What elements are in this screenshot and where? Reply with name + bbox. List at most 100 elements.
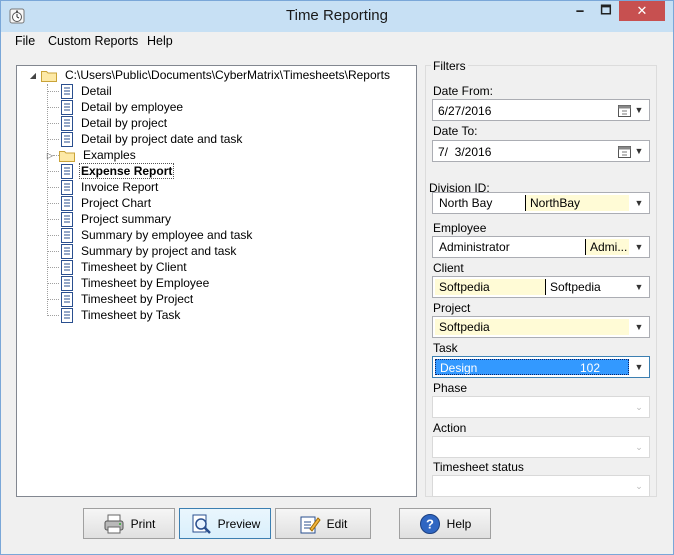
- report-document-icon: [61, 163, 73, 179]
- report-document-icon: [61, 195, 73, 211]
- close-button[interactable]: ✕: [619, 1, 665, 21]
- task-id: 102: [580, 361, 601, 375]
- report-document-icon: [61, 227, 73, 243]
- tree-connector: [47, 283, 59, 284]
- tree-item-label: Examples: [83, 148, 136, 162]
- tree-item-label: Summary by project and task: [81, 244, 237, 258]
- tree-item-detail-by-employee[interactable]: Detail by employee: [61, 99, 185, 115]
- tree-item-label: Project summary: [81, 212, 172, 226]
- tree-connector: [47, 107, 59, 108]
- client-combobox[interactable]: Softpedia Softpedia ▼: [432, 276, 650, 298]
- tree-item-label: Invoice Report: [81, 180, 159, 194]
- tree-connector: [47, 315, 59, 316]
- tree-item-label: Expense Report: [79, 163, 175, 179]
- tree-root-label: C:\Users\Public\Documents\CyberMatrix\Ti…: [65, 68, 390, 82]
- phase-combobox[interactable]: ⌄: [432, 396, 650, 418]
- tree-item-summary-by-project-task[interactable]: Summary by project and task: [61, 243, 238, 259]
- help-button[interactable]: ? Help: [399, 508, 491, 539]
- main-window: Time Reporting 🗕 🗖 ✕ File Custom Reports…: [0, 0, 674, 555]
- maximize-button[interactable]: 🗖: [593, 1, 619, 21]
- task-label: Task: [433, 341, 458, 355]
- tree-connector: [47, 235, 59, 236]
- tree-item-timesheet-by-task[interactable]: Timesheet by Task: [61, 307, 182, 323]
- tree-item-invoice-report[interactable]: Invoice Report: [61, 179, 160, 195]
- report-document-icon: [61, 83, 73, 99]
- report-document-icon: [61, 275, 73, 291]
- report-document-icon: [61, 243, 73, 259]
- employee-label: Employee: [433, 221, 487, 235]
- tree-item-project-summary[interactable]: Project summary: [61, 211, 173, 227]
- calendar-icon[interactable]: [618, 104, 631, 117]
- project-combobox[interactable]: Softpedia ▼: [432, 316, 650, 338]
- calendar-icon[interactable]: [618, 145, 631, 158]
- action-combobox[interactable]: ⌄: [432, 436, 650, 458]
- action-label: Action: [433, 421, 467, 435]
- dropdown-arrow-icon[interactable]: ⌄: [633, 440, 645, 454]
- tree-item-label: Timesheet by Client: [81, 260, 187, 274]
- phase-label: Phase: [433, 381, 468, 395]
- menu-custom-reports[interactable]: Custom Reports: [48, 34, 138, 48]
- print-button[interactable]: Print: [83, 508, 175, 539]
- employee-combobox[interactable]: Administrator Admi... ▼: [432, 236, 650, 258]
- report-document-icon: [61, 179, 73, 195]
- tree-connector: [47, 203, 59, 204]
- tree-item-label: Detail by employee: [81, 100, 184, 114]
- menu-help[interactable]: Help: [147, 34, 173, 48]
- expand-arrow-icon[interactable]: ▷: [46, 151, 54, 160]
- tree-item-timesheet-by-client[interactable]: Timesheet by Client: [61, 259, 189, 275]
- tree-item-label: Detail by project: [81, 116, 168, 130]
- tree-connector: [47, 139, 59, 140]
- tree-connector: [47, 91, 59, 92]
- tree-item-timesheet-by-project[interactable]: Timesheet by Project: [61, 291, 195, 307]
- task-selected-item: Design 102: [435, 359, 629, 375]
- task-combobox[interactable]: Design 102 ▼: [432, 356, 650, 378]
- dropdown-arrow-icon[interactable]: ▼: [633, 103, 645, 117]
- tree-connector: [47, 123, 59, 124]
- date-from-picker[interactable]: 6/27/2016 ▼: [432, 99, 650, 121]
- minimize-button[interactable]: 🗕: [567, 1, 593, 21]
- title-bar[interactable]: Time Reporting 🗕 🗖 ✕: [1, 1, 673, 32]
- project-label: Project: [433, 301, 471, 315]
- preview-button-label: Preview: [217, 516, 261, 531]
- tree-connector: [47, 171, 59, 172]
- employee-id: Admi...: [585, 239, 629, 255]
- tree-connector: [47, 84, 48, 316]
- client-label: Client: [433, 261, 464, 275]
- dropdown-arrow-icon[interactable]: ▼: [633, 320, 645, 334]
- division-id: NorthBay: [525, 195, 629, 211]
- tree-root[interactable]: C:\Users\Public\Documents\CyberMatrix\Ti…: [41, 67, 392, 83]
- tree-item-detail-by-project-date-task[interactable]: Detail by project date and task: [61, 131, 244, 147]
- dropdown-arrow-icon[interactable]: ▼: [633, 196, 645, 210]
- svg-text:?: ?: [426, 516, 434, 531]
- tree-item-summary-by-employee-task[interactable]: Summary by employee and task: [61, 227, 254, 243]
- tree-item-label: Timesheet by Task: [81, 308, 181, 322]
- dropdown-arrow-icon[interactable]: ▼: [633, 360, 645, 374]
- tree-item-expense-report[interactable]: Expense Report: [61, 163, 175, 179]
- tree-item-detail-by-project[interactable]: Detail by project: [61, 115, 169, 131]
- dropdown-arrow-icon[interactable]: ⌄: [633, 479, 645, 493]
- dropdown-arrow-icon[interactable]: ▼: [633, 144, 645, 158]
- tree-item-timesheet-by-employee[interactable]: Timesheet by Employee: [61, 275, 211, 291]
- dropdown-arrow-icon[interactable]: ▼: [633, 280, 645, 294]
- report-document-icon: [61, 291, 73, 307]
- reports-tree[interactable]: ◢ C:\Users\Public\Documents\CyberMatrix\…: [16, 65, 417, 497]
- tree-item-label: Timesheet by Employee: [81, 276, 210, 290]
- magnifier-icon: [192, 514, 211, 534]
- tree-item-examples[interactable]: Examples: [59, 147, 138, 163]
- tree-item-label: Timesheet by Project: [81, 292, 194, 306]
- dropdown-arrow-icon[interactable]: ⌄: [633, 400, 645, 414]
- division-combobox[interactable]: North Bay NorthBay ▼: [432, 192, 650, 214]
- tree-item-detail[interactable]: Detail: [61, 83, 114, 99]
- report-document-icon: [61, 307, 73, 323]
- report-document-icon: [61, 131, 73, 147]
- date-to-picker[interactable]: 7/ 3/2016 ▼: [432, 140, 650, 162]
- preview-button[interactable]: Preview: [179, 508, 271, 539]
- report-document-icon: [61, 99, 73, 115]
- dropdown-arrow-icon[interactable]: ▼: [633, 240, 645, 254]
- menu-file[interactable]: File: [15, 34, 35, 48]
- edit-button[interactable]: Edit: [275, 508, 371, 539]
- collapse-arrow-icon[interactable]: ◢: [29, 71, 37, 80]
- tree-item-project-chart[interactable]: Project Chart: [61, 195, 153, 211]
- folder-icon: [41, 70, 57, 82]
- timesheet-status-combobox[interactable]: ⌄: [432, 475, 650, 497]
